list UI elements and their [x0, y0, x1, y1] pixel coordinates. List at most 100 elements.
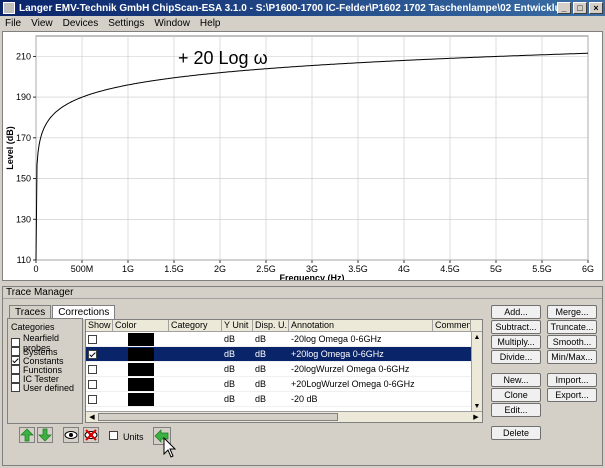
category-user-defined[interactable]: User defined: [11, 383, 79, 393]
show-checkbox[interactable]: [88, 379, 97, 389]
category-checkbox[interactable]: [11, 365, 20, 374]
x-tick-label: 4.5G: [440, 264, 460, 274]
table-row[interactable]: dB dB -20 dB: [86, 392, 482, 407]
menu-file[interactable]: File: [0, 18, 26, 29]
menu-devices[interactable]: Devices: [58, 18, 104, 29]
scroll-thumb[interactable]: [98, 413, 338, 421]
traces-table: Show Color Category Y Unit Disp. U. Anno…: [85, 319, 483, 423]
x-tick-label: 0: [33, 264, 38, 274]
categories-panel: Categories Nearfield probes Systems Cons…: [7, 318, 83, 424]
subtract-button[interactable]: Subtract...: [491, 320, 541, 334]
x-tick-label: 4G: [398, 264, 410, 274]
column-color[interactable]: Color: [113, 320, 169, 331]
clone-button[interactable]: Clone: [491, 388, 541, 402]
show-all-eye-icon[interactable]: [63, 427, 79, 443]
table-row[interactable]: dB dB -20log Omega 0-6GHz: [86, 332, 482, 347]
category-cell: [169, 392, 222, 406]
edit-button[interactable]: Edit...: [491, 403, 541, 417]
hide-all-eye-icon[interactable]: [83, 427, 99, 443]
color-swatch[interactable]: [128, 347, 154, 361]
column-annotation[interactable]: Annotation: [289, 320, 433, 331]
show-checkbox-cell: [86, 392, 113, 406]
min-max-button[interactable]: Min/Max...: [547, 350, 597, 364]
column-disp-unit[interactable]: Disp. U.: [253, 320, 289, 331]
category-checkbox[interactable]: [11, 347, 20, 356]
x-tick-label: 500M: [71, 264, 94, 274]
category-checkbox[interactable]: [11, 383, 20, 392]
column-category[interactable]: Category: [169, 320, 222, 331]
menu-view[interactable]: View: [26, 18, 58, 29]
tab-traces[interactable]: Traces: [9, 305, 52, 319]
x-tick-label: 2G: [214, 264, 226, 274]
menu-window[interactable]: Window: [149, 18, 195, 29]
y-tick-label: 210: [16, 51, 31, 61]
color-swatch[interactable]: [128, 377, 154, 391]
scroll-left-icon[interactable]: ◀: [87, 413, 97, 422]
annotation-cell: -20log Omega 0-6GHz: [291, 334, 382, 344]
y-unit-cell: dB: [224, 394, 236, 404]
scroll-up-icon[interactable]: ▲: [472, 333, 482, 342]
color-swatch[interactable]: [128, 332, 154, 346]
table-horizontal-scrollbar[interactable]: ◀ ▶: [86, 411, 482, 422]
multiply-button[interactable]: Multiply...: [491, 335, 541, 349]
tab-corrections[interactable]: Corrections: [52, 305, 116, 319]
color-swatch[interactable]: [128, 392, 154, 406]
color-cell: [113, 392, 169, 406]
scroll-down-icon[interactable]: ▼: [472, 402, 482, 411]
close-button[interactable]: ×: [589, 2, 603, 14]
column-show[interactable]: Show: [86, 320, 113, 331]
menu-help[interactable]: Help: [195, 18, 226, 29]
table-row[interactable]: dB dB +20log Omega 0-6GHz: [86, 347, 482, 362]
category-checkbox[interactable]: [11, 374, 20, 383]
color-cell: [113, 347, 169, 361]
table-vertical-scrollbar[interactable]: ▲ ▼: [471, 332, 482, 412]
menu-settings[interactable]: Settings: [103, 18, 149, 29]
chart-panel[interactable]: 0 500M 1G 1.5G 2G 2.5G 3G 3.5G 4G 4.5G 5G 5.5G 6G 110…: [2, 31, 603, 281]
show-checkbox-cell: [86, 347, 113, 361]
category-checkbox[interactable]: [11, 356, 20, 365]
mouse-cursor-icon: [163, 437, 177, 458]
table-body: dB dB -20log Omega 0-6GHz dB dB +20log Omega …: [86, 332, 482, 407]
category-checkbox[interactable]: [11, 338, 20, 347]
annotation-cell: -20logWurzel Omega 0-6GHz: [291, 364, 410, 374]
smooth-button[interactable]: Smooth...: [547, 335, 597, 349]
minimize-button[interactable]: _: [557, 2, 571, 14]
title-bar: Langer EMV-Technik GmbH ChipScan-ESA 3.1…: [0, 0, 605, 16]
column-y-unit[interactable]: Y Unit: [222, 320, 253, 331]
show-checkbox[interactable]: [88, 334, 97, 344]
level-chart: 0 500M 1G 1.5G 2G 2.5G 3G 3.5G 4G 4.5G 5G 5.5G 6G110…: [5, 35, 594, 280]
y-tick-label: 110: [17, 255, 31, 265]
trace-manager: Trace Manager Traces Corrections Categor…: [2, 286, 603, 466]
y-axis-label: Level (dB): [5, 126, 15, 170]
disp-unit-cell: dB: [255, 334, 267, 344]
add-button[interactable]: Add...: [491, 305, 541, 319]
window-title: Langer EMV-Technik GmbH ChipScan-ESA 3.1…: [19, 2, 557, 14]
show-checkbox[interactable]: [88, 349, 97, 359]
trace-manager-title: Trace Manager: [3, 287, 602, 299]
show-checkbox[interactable]: [88, 364, 97, 374]
x-axis-label: Frequency (Hz): [279, 273, 344, 280]
merge-button[interactable]: Merge...: [547, 305, 597, 319]
column-comment[interactable]: Comment: [433, 320, 471, 331]
move-up-icon[interactable]: [19, 427, 35, 443]
scroll-right-icon[interactable]: ▶: [471, 413, 481, 422]
truncate-button[interactable]: Truncate...: [547, 320, 597, 334]
new-button[interactable]: New...: [491, 373, 541, 387]
export-button[interactable]: Export...: [547, 388, 597, 402]
color-swatch[interactable]: [128, 362, 154, 376]
units-checkbox[interactable]: [109, 431, 118, 440]
maximize-button[interactable]: □: [573, 2, 587, 14]
category-cell: [169, 347, 222, 361]
y-unit-cell: dB: [224, 349, 236, 359]
import-button[interactable]: Import...: [547, 373, 597, 387]
y-tick-label: 190: [16, 92, 31, 102]
show-checkbox[interactable]: [88, 394, 97, 404]
delete-button[interactable]: Delete: [491, 426, 541, 440]
table-row[interactable]: dB dB +20LogWurzel Omega 0-6GHz: [86, 377, 482, 392]
x-tick-label: 5G: [490, 264, 502, 274]
table-row[interactable]: dB dB -20logWurzel Omega 0-6GHz: [86, 362, 482, 377]
y-tick-label: 170: [16, 133, 31, 143]
move-down-icon[interactable]: [37, 427, 53, 443]
category-cell: [169, 377, 222, 391]
divide-button[interactable]: Divide...: [491, 350, 541, 364]
